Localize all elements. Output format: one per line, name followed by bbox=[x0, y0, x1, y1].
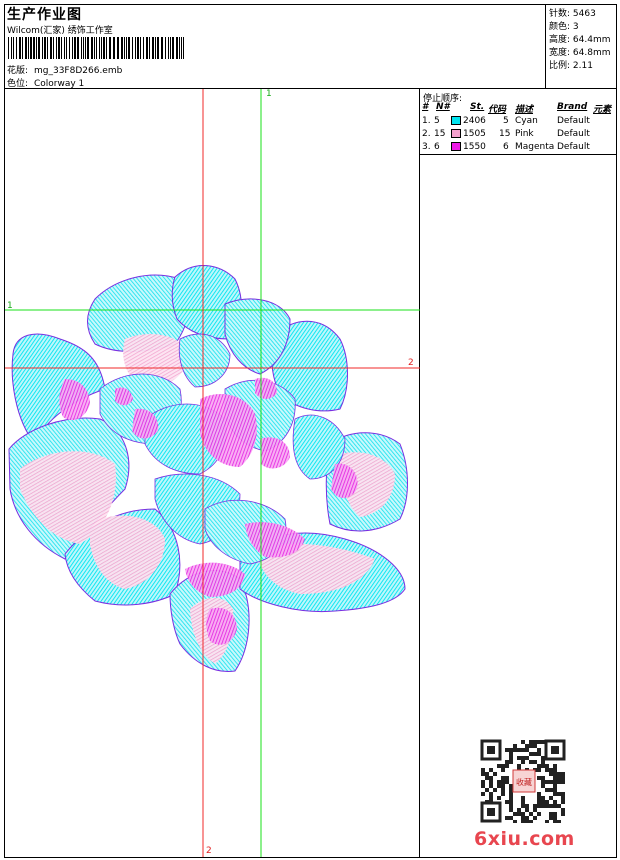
qr-code-image: 收藏 bbox=[480, 739, 566, 823]
stitch-count: 针数: 5463 bbox=[549, 9, 596, 19]
row-needle: 15 bbox=[434, 129, 446, 139]
row-stitches: 1505 bbox=[463, 129, 486, 139]
company-name: Wilcom(汇家) 绣饰工作室 bbox=[7, 26, 113, 36]
qr-stamp-text: 收藏 bbox=[516, 777, 532, 787]
rose-embroidery-image bbox=[5, 89, 420, 857]
design-height: 高度: 64.4mm bbox=[549, 35, 611, 45]
col-header-stitches: St. bbox=[470, 102, 485, 112]
color-count: 颜色: 3 bbox=[549, 22, 579, 32]
col-header-brand: Brand bbox=[557, 102, 588, 112]
color-swatch bbox=[451, 129, 461, 138]
row-code: 6 bbox=[503, 142, 509, 152]
row-stitches: 2406 bbox=[463, 116, 486, 126]
row-code: 15 bbox=[499, 129, 511, 139]
col-header-element: 元素 bbox=[593, 105, 612, 115]
row-description: Magenta bbox=[515, 142, 555, 152]
col-header-description: 描述 bbox=[515, 105, 534, 115]
row-description: Pink bbox=[515, 129, 534, 139]
col-header-code: 代码 bbox=[488, 105, 507, 115]
row-needle: 6 bbox=[434, 142, 440, 152]
embroidery-design-canvas: 1 1 2 2 bbox=[5, 89, 420, 857]
col-header-number: N# bbox=[436, 102, 450, 112]
barcode-image bbox=[8, 37, 184, 59]
col-header-index: # bbox=[422, 102, 429, 112]
design-name-label: 花版: bbox=[7, 66, 29, 76]
design-name-row: 花版: mg_33F8D266.emb bbox=[7, 63, 122, 76]
watermark-logo: 6xiu.com bbox=[474, 828, 575, 850]
stats-panel: 针数: 5463 颜色: 3 高度: 64.4mm 宽度: 64.8mm 比例:… bbox=[545, 4, 617, 88]
row-code: 5 bbox=[503, 116, 509, 126]
guide-label-vertical-1: 1 bbox=[266, 89, 272, 99]
row-description: Cyan bbox=[515, 116, 538, 126]
color-swatch bbox=[451, 116, 461, 125]
row-brand: Default bbox=[557, 142, 590, 152]
guide-label-horizontal-1: 1 bbox=[7, 301, 13, 311]
row-needle: 5 bbox=[434, 116, 440, 126]
row-index: 2. bbox=[422, 129, 431, 139]
design-ratio: 比例: 2.11 bbox=[549, 61, 593, 71]
row-stitches: 1550 bbox=[463, 142, 486, 152]
row-brand: Default bbox=[557, 116, 590, 126]
design-width: 宽度: 64.8mm bbox=[549, 48, 611, 58]
page-title: 生产作业图 bbox=[7, 7, 82, 23]
design-file-name: mg_33F8D266.emb bbox=[34, 66, 123, 76]
row-index: 1. bbox=[422, 116, 431, 126]
guide-label-horizontal-2: 2 bbox=[408, 358, 414, 368]
row-brand: Default bbox=[557, 129, 590, 139]
color-swatch bbox=[451, 142, 461, 151]
row-index: 3. bbox=[422, 142, 431, 152]
guide-label-vertical-2: 2 bbox=[206, 846, 212, 856]
sequence-divider bbox=[419, 154, 617, 155]
